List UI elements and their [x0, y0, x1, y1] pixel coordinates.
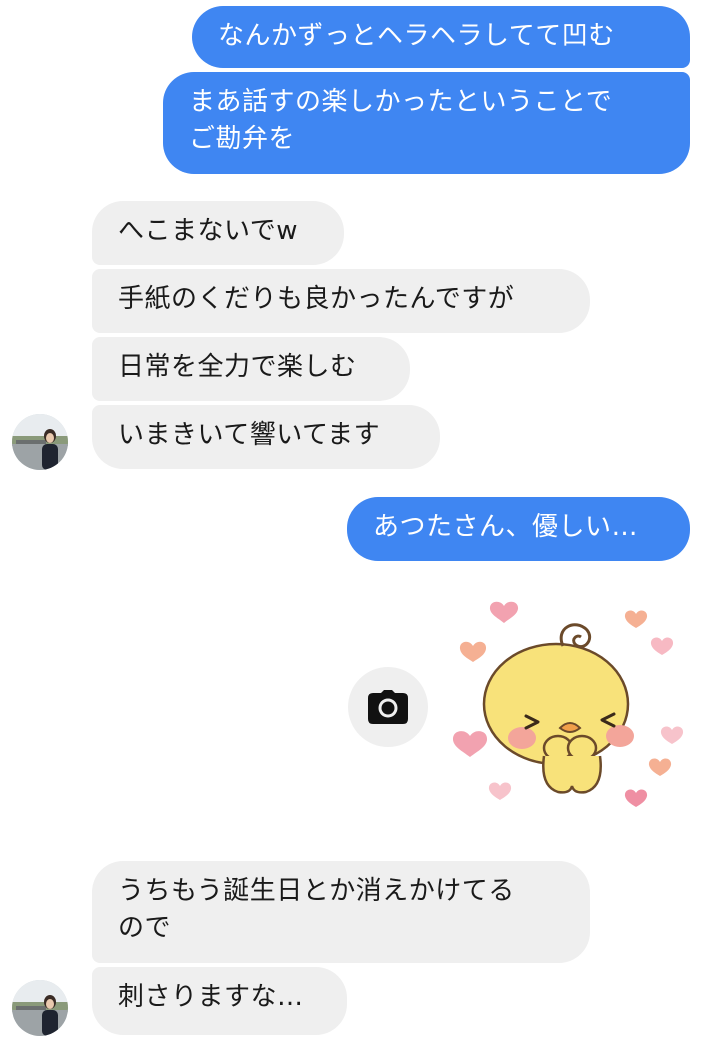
contact-avatar[interactable] [12, 414, 68, 470]
outgoing-message[interactable]: なんかずっとヘラヘラしてて凹む [192, 6, 690, 68]
chick-heart-sticker[interactable] [448, 596, 704, 816]
camera-button[interactable] [348, 667, 428, 747]
incoming-message[interactable]: 刺さりますな… [92, 967, 347, 1035]
incoming-message[interactable]: いまきいて響いてます [92, 405, 440, 469]
heart-icon [489, 601, 519, 623]
camera-icon [368, 690, 408, 724]
incoming-message[interactable]: 手紙のくだりも良かったんですが [92, 269, 590, 333]
contact-avatar[interactable] [12, 980, 68, 1036]
outgoing-message[interactable]: まあ話すの楽しかったということで ご勘弁を [163, 72, 690, 174]
avatar-photo [12, 980, 68, 1036]
outgoing-message[interactable]: あつたさん、優しい… [347, 497, 690, 561]
avatar-photo [12, 414, 68, 470]
incoming-message[interactable]: うちもう誕生日とか消えかけてる ので [92, 861, 590, 963]
incoming-message[interactable]: 日常を全力で楽しむ [92, 337, 410, 401]
incoming-message[interactable]: へこまないでw [92, 201, 344, 265]
chick-sticker-image [452, 601, 684, 807]
